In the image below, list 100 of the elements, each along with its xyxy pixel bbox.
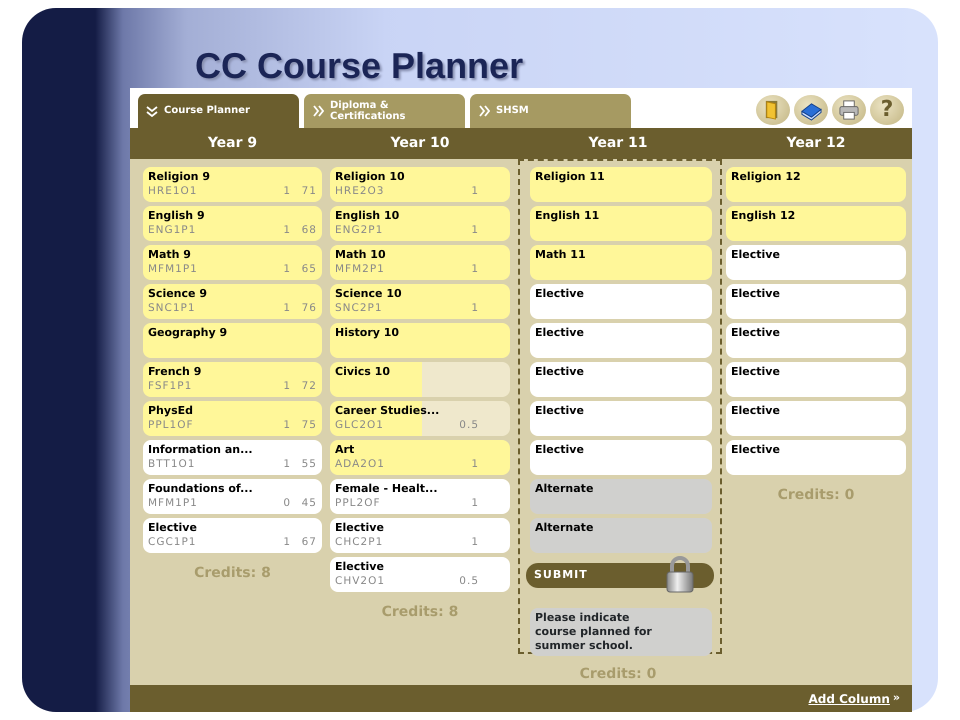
course-name: Elective <box>335 520 385 536</box>
course-name: Elective <box>731 247 781 262</box>
course-card[interactable]: Science 9 SNC1P1 1 76 <box>143 284 322 320</box>
course-code: FSF1P1 <box>148 379 194 394</box>
course-card[interactable]: Art ADA2O1 1 <box>330 440 510 476</box>
credit-value: 1 <box>282 418 291 434</box>
credit-value: 0 <box>282 496 291 512</box>
course-name: English 12 <box>731 208 796 224</box>
course-name: History 10 <box>335 325 400 340</box>
course-card[interactable]: Geography 9 <box>143 323 322 358</box>
course-name: Elective <box>535 403 585 418</box>
credit-value: 1 <box>282 301 291 316</box>
course-card[interactable]: Elective <box>726 440 906 476</box>
tab[interactable]: Course Planner <box>138 94 299 128</box>
course-card[interactable]: Math 11 <box>530 245 712 280</box>
course-card[interactable]: Elective <box>726 362 906 398</box>
course-card[interactable]: PhysEd PPL1OF 1 75 <box>143 401 322 436</box>
course-code: MFM1P1 <box>148 496 199 512</box>
course-card[interactable]: Religion 9 HRE1O1 1 71 <box>143 167 322 202</box>
course-card[interactable]: History 10 <box>330 323 510 358</box>
course-name: French 9 <box>148 364 202 380</box>
course-card[interactable]: Elective <box>530 284 712 320</box>
course-card[interactable]: Elective <box>530 323 712 358</box>
course-code: GLC2O1 <box>335 418 385 434</box>
course-card[interactable]: Alternate <box>530 518 712 554</box>
course-card[interactable]: Elective <box>726 401 906 436</box>
course-card[interactable]: Elective <box>726 323 906 358</box>
chevron-icon <box>478 104 490 117</box>
credits-total: Credits: 0 <box>578 665 658 684</box>
help-button[interactable]: ? <box>870 94 904 125</box>
course-card[interactable]: English 9 ENG1P1 1 68 <box>143 206 322 242</box>
course-code: ENG1P1 <box>148 223 198 238</box>
course-card[interactable]: Elective <box>530 401 712 436</box>
course-card[interactable]: Elective <box>530 440 712 476</box>
course-name: Elective <box>731 364 781 380</box>
course-card[interactable]: Foundations of... MFM1P1 0 45 <box>143 479 322 514</box>
toolbar-button[interactable] <box>756 94 790 125</box>
note-text: Please indicate course planned for summer school. <box>530 608 712 656</box>
course-name: Elective <box>535 364 585 380</box>
course-name: Science 9 <box>148 286 208 302</box>
printer-icon <box>838 98 860 121</box>
credit-value: 1 <box>470 262 479 278</box>
course-code: SNC2P1 <box>335 301 384 316</box>
course-name: Information an... <box>148 442 254 458</box>
course-card[interactable]: English 12 <box>726 206 906 242</box>
course-code: BTT1O1 <box>148 457 196 472</box>
course-name: English 9 <box>148 208 206 224</box>
course-name: Science 10 <box>335 286 403 302</box>
course-card[interactable]: Math 9 MFM1P1 1 65 <box>143 245 322 280</box>
course-code: HRE1O1 <box>148 184 198 200</box>
year-heading: Year 9 <box>206 134 258 154</box>
year-heading: Year 11 <box>587 134 649 154</box>
credit-value: 1 <box>470 301 479 316</box>
add-column-link[interactable]: Add Column <box>808 690 890 708</box>
toolbar-button[interactable] <box>794 94 828 125</box>
course-name: Elective <box>731 442 781 458</box>
course-name: English 11 <box>535 208 600 224</box>
course-name: Art <box>335 442 356 458</box>
credits-total: Credits: 8 <box>380 603 460 622</box>
course-card[interactable]: English 11 <box>530 206 712 242</box>
course-card[interactable]: Female - Healt... PPL2OF 1 <box>330 479 510 514</box>
course-name: Alternate <box>535 520 594 536</box>
course-card[interactable]: Alternate <box>530 479 712 514</box>
mark-value: 67 <box>300 535 317 550</box>
mark-value: 55 <box>300 457 317 472</box>
credit-value: 1 <box>282 184 291 200</box>
year-heading: Year 10 <box>389 134 451 154</box>
course-card[interactable]: Elective CHV2O1 0.5 <box>330 557 510 592</box>
course-card[interactable]: Religion 11 <box>530 167 712 202</box>
course-code: CGC1P1 <box>148 535 198 550</box>
slide-title: CC Course Planner <box>195 48 524 84</box>
course-card[interactable]: Science 10 SNC2P1 1 <box>330 284 510 320</box>
course-card[interactable]: Math 10 MFM2P1 1 <box>330 245 510 280</box>
course-card[interactable]: Elective <box>726 245 906 280</box>
course-card[interactable]: Elective <box>530 362 712 398</box>
course-card[interactable]: Civics 10 <box>330 362 510 398</box>
credit-value: 1 <box>470 223 479 238</box>
credit-value: 1 <box>282 457 291 472</box>
course-code: SNC1P1 <box>148 301 197 316</box>
credit-value: 1 <box>470 496 479 512</box>
course-card[interactable]: Career Studies... GLC2O1 0.5 <box>330 401 510 436</box>
course-card[interactable]: Elective <box>726 284 906 320</box>
mark-value: 71 <box>300 184 317 200</box>
course-name: Religion 11 <box>535 169 606 184</box>
course-name: Elective <box>335 559 385 574</box>
course-name: Religion 9 <box>148 169 211 184</box>
course-card[interactable]: Information an... BTT1O1 1 55 <box>143 440 322 476</box>
course-code: PPL1OF <box>148 418 194 434</box>
course-card[interactable]: Elective CGC1P1 1 67 <box>143 518 322 554</box>
toolbar-button[interactable] <box>832 94 866 125</box>
course-name: Elective <box>535 286 585 302</box>
course-card[interactable]: French 9 FSF1P1 1 72 <box>143 362 322 398</box>
mark-value: 45 <box>300 496 317 512</box>
credit-value: 1 <box>282 535 291 550</box>
course-card[interactable]: Elective CHC2P1 1 <box>330 518 510 554</box>
course-card[interactable]: English 10 ENG2P1 1 <box>330 206 510 242</box>
course-card[interactable]: Religion 10 HRE2O3 1 <box>330 167 510 202</box>
course-name: Math 9 <box>148 247 192 262</box>
course-name: Religion 10 <box>335 169 406 184</box>
course-card[interactable]: Religion 12 <box>726 167 906 202</box>
